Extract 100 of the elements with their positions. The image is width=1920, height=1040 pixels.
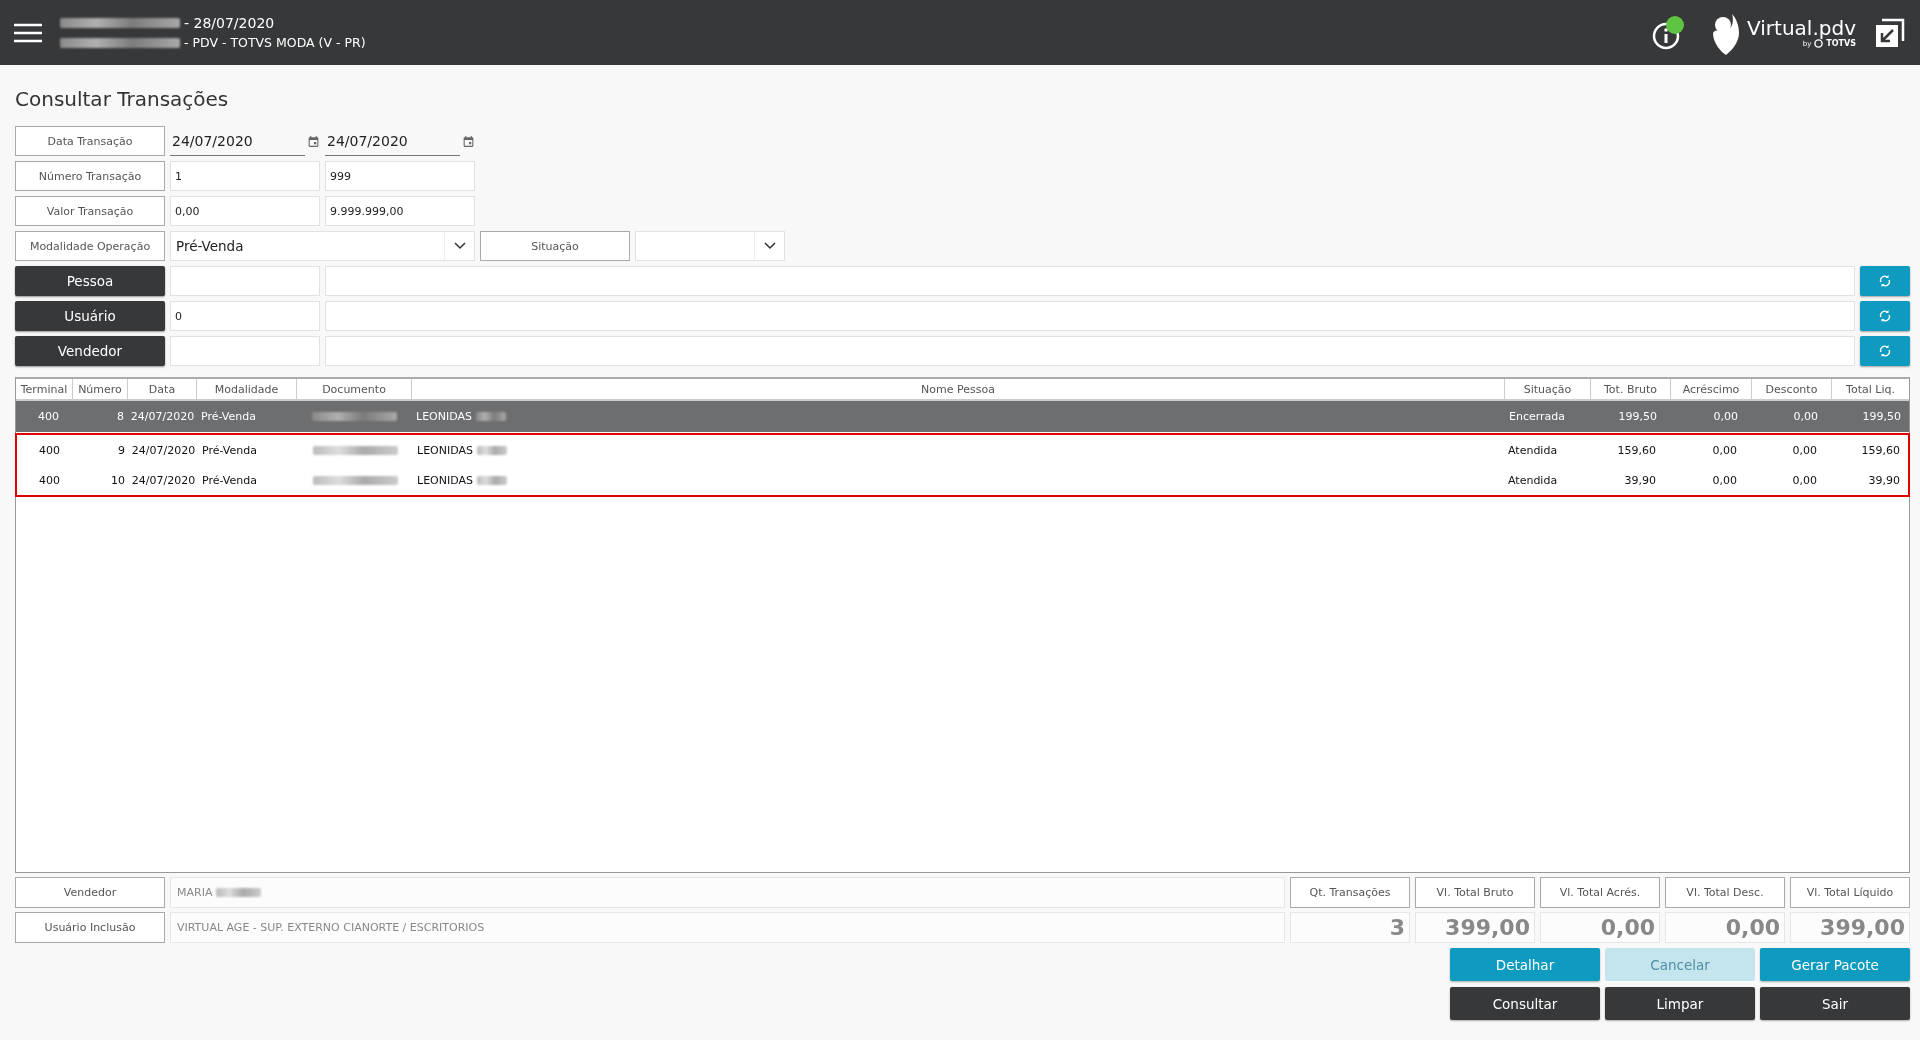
field-label: Vl. Total Acrés.	[1540, 877, 1660, 908]
column-header[interactable]: Total Liq.	[1832, 379, 1909, 399]
field-label: Número Transação	[15, 161, 165, 191]
calendar-icon	[307, 134, 320, 148]
table-row[interactable]: 400 8 24/07/2020 Pré-Venda LEONIDAS Encerrada 199,50 0,00 0,00 199,50	[16, 401, 1909, 432]
totvs-icon	[1814, 39, 1824, 48]
input-field[interactable]	[325, 266, 1855, 296]
menu-icon[interactable]	[14, 22, 42, 43]
table-cell-text: 0,00	[1711, 473, 1738, 487]
table-cell-text: Atendida	[1507, 473, 1559, 487]
field-label: Usuário Inclusão	[15, 912, 165, 943]
field-label: Vl. Total Desc.	[1665, 877, 1785, 908]
table-cell-text: 10	[110, 473, 126, 487]
chevron-down-icon	[763, 242, 776, 250]
input-field[interactable]	[170, 266, 320, 296]
dropdown[interactable]: Pré-Venda	[170, 231, 475, 261]
logo-text: TOTVS	[1826, 39, 1856, 48]
refresh-icon	[1879, 309, 1891, 323]
logo-text: Virtual.pdv	[1747, 17, 1856, 39]
table-cell-text: Pré-Venda	[201, 443, 258, 457]
input-field[interactable]	[325, 301, 1855, 331]
table-cell-text: 199,50	[1861, 410, 1902, 423]
table-cell-text: 159,60	[1616, 443, 1657, 457]
column-header[interactable]: Nome Pessoa	[412, 379, 1505, 399]
field-label: Vl. Total Líquido	[1790, 877, 1910, 908]
table-cell-text: 400	[38, 443, 61, 457]
field-label: Vendedor	[15, 877, 165, 908]
column-header[interactable]: Tot. Bruto	[1591, 379, 1671, 399]
table-cell-text: Atendida	[1507, 443, 1559, 457]
lookup-button[interactable]: Pessoa	[15, 266, 165, 296]
total-value: 3	[1290, 912, 1410, 943]
column-header[interactable]: Data	[128, 379, 197, 399]
field-label: Vl. Total Bruto	[1415, 877, 1535, 908]
table-cell-text: 0,00	[1711, 443, 1738, 457]
restore-window-icon[interactable]	[1874, 16, 1906, 49]
table-cell-text: 400	[38, 473, 61, 487]
field-label: Qt. Transações	[1290, 877, 1410, 908]
field-label: Situação	[480, 231, 630, 261]
refresh-button[interactable]	[1860, 336, 1910, 366]
refresh-button[interactable]	[1860, 266, 1910, 296]
table-cell-text: 0,00	[1712, 410, 1739, 423]
refresh-button[interactable]	[1860, 301, 1910, 331]
table-row[interactable]: 400 9 24/07/2020 Pré-Venda LEONIDAS Atendida 159,60 0,00 0,00 159,60	[17, 435, 1908, 465]
table-cell-text: 400	[37, 410, 60, 423]
input-field[interactable]: 1	[170, 161, 320, 191]
lookup-button[interactable]: Usuário	[15, 301, 165, 331]
input-field[interactable]: 0	[170, 301, 320, 331]
column-header[interactable]: Desconto	[1752, 379, 1832, 399]
lookup-button[interactable]: Vendedor	[15, 336, 165, 366]
table-row[interactable]: 400 10 24/07/2020 Pré-Venda LEONIDAS Atendida 39,90 0,00 0,00 39,90	[17, 465, 1908, 495]
input-field: VIRTUAL AGE - SUP. EXTERNO CIANORTE / ESCRITORIOS	[170, 912, 1285, 943]
column-header[interactable]: Situação	[1505, 379, 1591, 399]
table-cell: LEONIDAS	[416, 410, 472, 423]
input-field[interactable]: 0,00	[170, 196, 320, 226]
total-value: 399,00	[1415, 912, 1535, 943]
total-value: 399,00	[1790, 912, 1910, 943]
input-field[interactable]	[170, 336, 320, 366]
header-subtitle: - PDV - TOTVS MODA (V - PR)	[184, 35, 366, 50]
table-cell-text: 39,90	[1623, 473, 1657, 487]
column-header[interactable]: Número	[73, 379, 128, 399]
input-field: MARIA	[170, 877, 1285, 908]
date-field[interactable]: 24/07/2020	[325, 126, 460, 156]
table-cell-text: 24/07/2020	[129, 410, 196, 423]
table-cell-text: 0,00	[1792, 410, 1819, 423]
table-cell-text: 9	[117, 443, 126, 457]
input-field[interactable]: 9.999.999,00	[325, 196, 475, 226]
calendar-icon	[462, 134, 475, 148]
table-cell-text: 199,50	[1617, 410, 1658, 423]
column-header[interactable]: Documento	[297, 379, 412, 399]
table-cell-text: 24/07/2020	[130, 443, 197, 457]
column-header[interactable]: Modalidade	[197, 379, 297, 399]
field-label: Valor Transação	[15, 196, 165, 226]
field-label: Data Transação	[15, 126, 165, 156]
table-cell-text: 39,90	[1867, 473, 1901, 487]
table-cell: LEONIDAS	[417, 473, 473, 487]
input-field[interactable]: 999	[325, 161, 475, 191]
total-value: 0,00	[1665, 912, 1785, 943]
action-button[interactable]: Limpar	[1605, 987, 1755, 1020]
table-cell-text: Encerrada	[1508, 410, 1567, 423]
input-field[interactable]	[325, 336, 1855, 366]
total-value: 0,00	[1540, 912, 1660, 943]
table-cell-text: 0,00	[1791, 473, 1818, 487]
refresh-icon	[1879, 274, 1891, 288]
refresh-icon	[1879, 344, 1891, 358]
date-field[interactable]: 24/07/2020	[170, 126, 305, 156]
table-cell: LEONIDAS	[417, 443, 473, 457]
header-title: - 28/07/2020	[184, 15, 275, 31]
column-header[interactable]: Acréscimo	[1671, 379, 1752, 399]
action-button[interactable]: Sair	[1760, 987, 1910, 1020]
page-title: Consultar Transações	[15, 87, 230, 111]
field-label: Modalidade Operação	[15, 231, 165, 261]
table-cell-text: Pré-Venda	[200, 410, 257, 423]
chevron-down-icon	[453, 242, 466, 250]
column-header[interactable]: Terminal	[16, 379, 73, 399]
dropdown[interactable]	[635, 231, 785, 261]
table-cell-text: 8	[116, 410, 125, 423]
action-button[interactable]: Consultar	[1450, 987, 1600, 1020]
table-cell-text: 24/07/2020	[130, 473, 197, 487]
table-cell-text: 159,60	[1860, 443, 1901, 457]
table-cell-text: Pré-Venda	[201, 473, 258, 487]
